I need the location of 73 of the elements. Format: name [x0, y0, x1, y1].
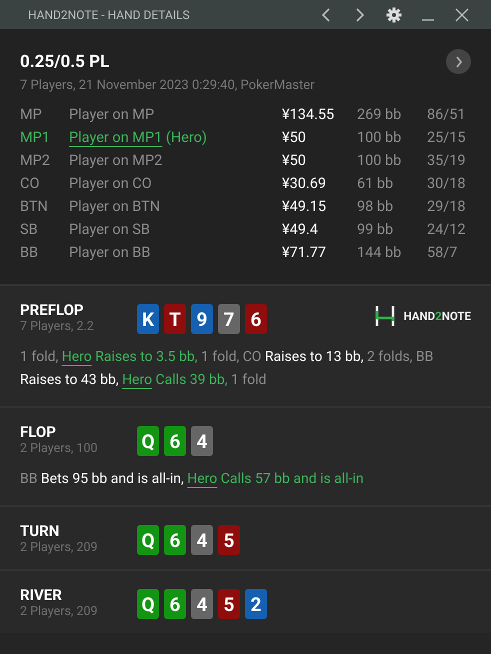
window-title: HAND2NOTE - HAND DETAILS [28, 8, 191, 22]
hero-link[interactable]: Hero [122, 372, 152, 388]
player-stack: ¥134.55 [282, 106, 336, 123]
player-stats: 35/19 [427, 152, 467, 169]
player-name: Player on SB [69, 221, 151, 238]
chevron-icon [454, 56, 462, 68]
player-name: Player on BB [69, 244, 152, 261]
action-text: 1 fold, Hero Raises to 3.5 bb, 1 fold, CO Raises to 13 bb, 2 folds, BB Raises to 43 bb, Hero Calls 39 bb, 1 fold [20, 348, 434, 390]
street-name: PREFLOP [20, 301, 85, 319]
player-stats: 86/51 [427, 106, 467, 123]
card: 4 [191, 426, 213, 456]
player-bb: 144 bb [357, 244, 402, 261]
hero-link[interactable]: Hero [187, 471, 218, 487]
card: 9 [191, 304, 213, 334]
card: 5 [218, 525, 240, 555]
player-position: BB [20, 244, 40, 261]
card: 2 [245, 589, 267, 619]
player-name: Player on BTN [69, 198, 162, 215]
player-stats: 25/15 [427, 129, 467, 146]
player-bb: 100 bb [357, 129, 402, 146]
card: 4 [191, 589, 213, 619]
player-name: Player on CO [69, 175, 153, 192]
card: 4 [191, 525, 213, 555]
card: Q [137, 589, 159, 619]
player-name: Player on MP [69, 106, 156, 123]
logo-icon [374, 305, 396, 327]
card: 6 [245, 304, 267, 334]
player-stack: ¥50 [282, 152, 307, 169]
player-bb: 98 bb [357, 198, 394, 215]
player-position: MP1 [20, 129, 51, 146]
hero-tag: (Hero) [162, 129, 207, 146]
player-bb: 61 bb [357, 175, 394, 192]
player-position: CO [20, 175, 40, 192]
next-hand-button[interactable] [446, 49, 471, 74]
card: 6 [164, 426, 186, 456]
street-name: RIVER [20, 586, 63, 604]
card: Q [137, 525, 159, 555]
player-stack: ¥50 [282, 129, 307, 146]
street-name: TURN [20, 522, 60, 540]
card: Q [137, 426, 159, 456]
player-stats: 30/18 [427, 175, 467, 192]
card: T [164, 304, 186, 334]
player-bb: 99 bb [357, 221, 394, 238]
player-stack: ¥49.4 [282, 221, 319, 238]
street-info: 2 Players, 209 [20, 540, 99, 555]
street-info: 2 Players, 100 [20, 441, 99, 456]
player-name[interactable]: Player on MP1 [69, 129, 162, 146]
street-info: 2 Players, 209 [20, 604, 99, 619]
player-stack: ¥49.15 [282, 198, 328, 215]
hero-link[interactable]: Hero [62, 349, 92, 365]
player-stats: 58/7 [427, 244, 458, 261]
street-name: FLOP [20, 423, 57, 441]
card: 6 [164, 525, 186, 555]
player-position: SB [20, 221, 39, 238]
player-name: Player on MP2 [69, 152, 164, 169]
card: 6 [164, 589, 186, 619]
card: 7 [218, 304, 240, 334]
player-bb: 269 bb [357, 106, 402, 123]
street-info: 7 Players, 2.2 [20, 319, 95, 334]
hand-info: 7 Players, 21 November 2023 0:29:40, PokerMaster [20, 78, 316, 93]
action-text: BB Bets 95 bb and is all-in, Hero Calls 57 bb and is all-in [20, 470, 365, 489]
game-title: 0.25/0.5 PL [20, 52, 110, 72]
player-position: MP2 [20, 152, 51, 169]
card: K [137, 304, 159, 334]
player-stats: 29/18 [427, 198, 467, 215]
player-stack: ¥71.77 [282, 244, 328, 261]
player-position: BTN [20, 198, 49, 215]
player-bb: 100 bb [357, 152, 402, 169]
card: 5 [218, 589, 240, 619]
logo-text: HAND2NOTE [404, 309, 471, 323]
player-position: MP [20, 106, 43, 123]
player-stack: ¥30.69 [282, 175, 328, 192]
player-stats: 24/12 [427, 221, 467, 238]
